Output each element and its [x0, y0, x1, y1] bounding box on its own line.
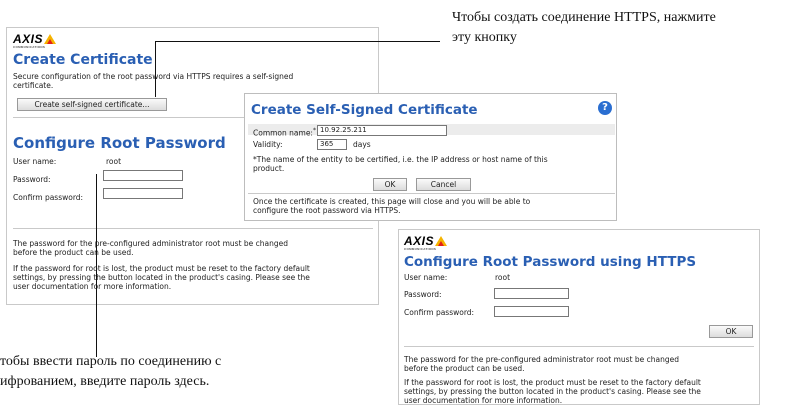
https-note2-line3: user documentation for more information. [404, 396, 563, 405]
create-certificate-title: Create Certificate [13, 52, 153, 68]
https-title: Configure Root Password using HTTPS [404, 254, 697, 270]
axis-logo: AXIS COMMUNICATIONS [13, 32, 57, 49]
create-cert-desc-line1: Secure configuration of the root passwor… [13, 72, 294, 81]
password-field[interactable] [103, 170, 183, 181]
bottom-callout-line2: ифрованием, введите пароль здесь. [0, 374, 210, 389]
common-name-label: Common name:* [253, 127, 316, 138]
https-password-field[interactable] [494, 288, 569, 299]
axis-triangle-icon [435, 236, 448, 246]
dialog-divider [248, 193, 615, 194]
top-leader-horizontal [155, 41, 440, 42]
https-user-name-label: User name: [404, 273, 448, 282]
axis-logo-2: AXIS COMMUNICATIONS [404, 234, 448, 251]
password-label: Password: [13, 175, 51, 184]
self-signed-certificate-dialog: Create Self-Signed Certificate ? Common … [244, 93, 617, 221]
validity-label: Validity: [253, 140, 283, 149]
create-cert-desc-line2: certificate. [13, 81, 54, 90]
dialog-cancel-button[interactable]: Cancel [416, 178, 471, 191]
dialog-ok-button[interactable]: OK [373, 178, 407, 191]
note1-line1: The password for the pre-configured admi… [13, 239, 289, 248]
dialog-title: Create Self-Signed Certificate [251, 102, 478, 118]
confirm-password-label: Confirm password: [13, 193, 84, 202]
note2-line3: user documentation for more information. [13, 282, 172, 291]
configure-root-password-title: Configure Root Password [13, 134, 226, 152]
footnote-line1: *The name of the entity to be certified,… [253, 155, 548, 164]
https-note1-line2: before the product can be used. [404, 364, 525, 373]
https-note2-line1: If the password for root is lost, the pr… [404, 378, 701, 387]
footnote-line2: product. [253, 164, 285, 173]
axis-triangle-icon [44, 34, 57, 44]
https-confirm-label: Confirm password: [404, 308, 475, 317]
create-self-signed-certificate-button[interactable]: Create self-signed certificate... [17, 98, 167, 111]
https-divider [404, 346, 754, 347]
confirm-password-field[interactable] [103, 188, 183, 199]
validity-field[interactable]: 365 [317, 139, 347, 150]
https-note1-line1: The password for the pre-configured admi… [404, 355, 680, 364]
https-ok-button[interactable]: OK [709, 325, 753, 338]
dialog-info-line2: configure the root password via HTTPS. [253, 206, 401, 215]
top-callout-line2: эту кнопку [452, 30, 517, 45]
note2-line2: settings, by pressing the button located… [13, 273, 310, 282]
divider-2 [13, 228, 373, 229]
https-confirm-field[interactable] [494, 306, 569, 317]
https-password-label: Password: [404, 290, 442, 299]
https-user-name-value: root [495, 273, 511, 282]
https-note2-line2: settings, by pressing the button located… [404, 387, 701, 396]
https-password-panel: AXIS COMMUNICATIONS Configure Root Passw… [398, 229, 760, 405]
user-name-value: root [106, 157, 122, 166]
validity-unit: days [353, 140, 371, 149]
help-icon[interactable]: ? [598, 101, 612, 115]
top-leader-vertical [155, 41, 156, 97]
common-name-field[interactable]: 10.92.25.211 [317, 125, 447, 136]
top-callout-line1: Чтобы создать соединение HTTPS, нажмите [452, 10, 716, 25]
bottom-leader-vertical [96, 174, 97, 357]
note1-line2: before the product can be used. [13, 248, 134, 257]
user-name-label: User name: [13, 157, 57, 166]
bottom-callout-line1: тобы ввести пароль по соединению с [0, 354, 222, 369]
note2-line1: If the password for root is lost, the pr… [13, 264, 310, 273]
dialog-info-line1: Once the certificate is created, this pa… [253, 197, 531, 206]
